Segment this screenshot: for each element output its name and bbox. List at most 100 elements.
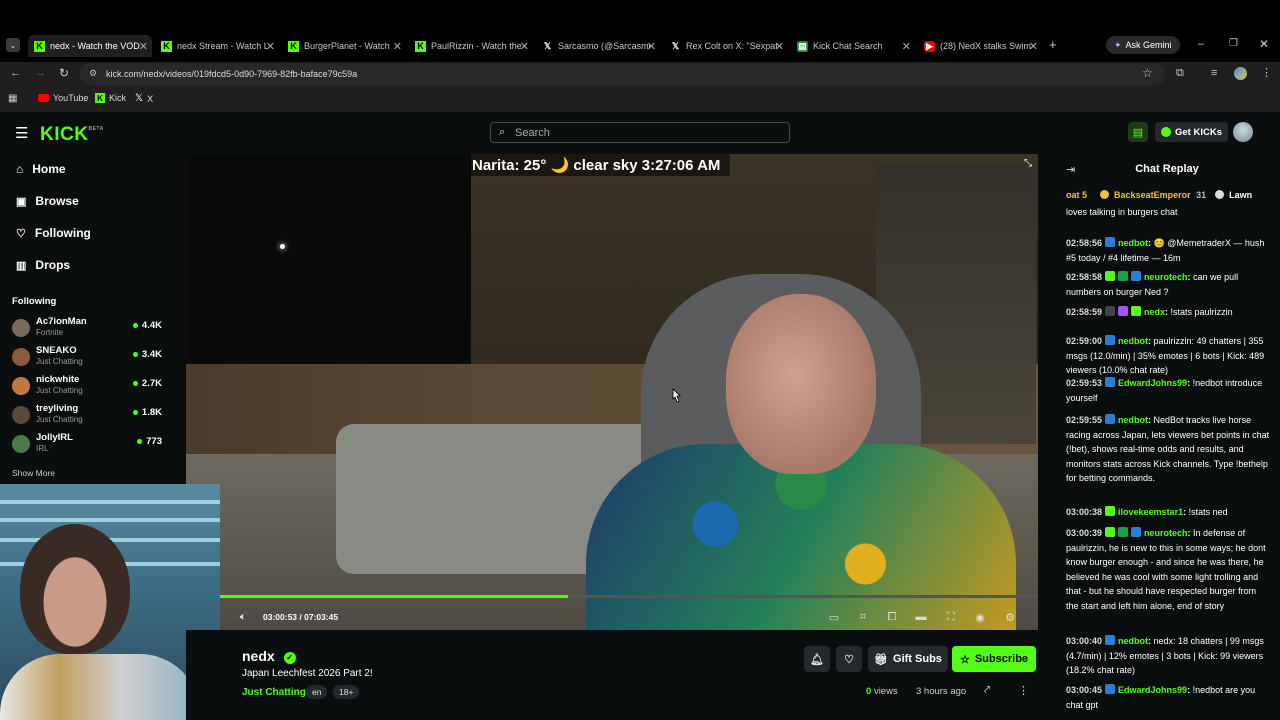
captions-icon[interactable]: ⧠ [885,610,899,624]
settings-gear-icon[interactable]: ⚙ [1003,610,1017,624]
following-channel[interactable]: JollyIRL IRL 773 [12,432,162,458]
chat-badge-icon [1118,527,1129,537]
more-options-icon[interactable]: ⋮ [1018,684,1029,697]
back-icon[interactable]: ← [10,67,21,79]
fullscreen-icon[interactable]: ⛶ [944,610,958,624]
bookmark-youtube[interactable]: YouTube [38,93,88,103]
ask-gemini-button[interactable]: ✦ Ask Gemini [1106,36,1180,54]
chat-badge-icon [1118,306,1129,316]
extensions-icon[interactable]: ⧉ [1176,67,1184,80]
chat-username[interactable]: ilovekeemstar1 [1118,507,1183,517]
sidebar-item-browse[interactable]: ▣ Browse [16,194,79,208]
gift-subs-button[interactable]: 🎁︎ Gift Subs [868,646,948,672]
close-tab-icon[interactable]: ✕ [775,40,784,53]
following-channel[interactable]: treyliving Just Chatting 1.8K [12,403,162,429]
close-tab-icon[interactable]: ✕ [1029,40,1038,53]
profile-avatar[interactable] [1234,67,1247,80]
maximize-button[interactable]: ❐ [1229,38,1238,49]
sidebar-item-label: Drops [35,258,71,272]
stream-info: nedx ✓ Japan Leechfest 2026 Part 2! Just… [186,630,1038,720]
browser-tab[interactable]: 𝕏 Rex Colt on X: "Sexpat ✕ [664,35,788,57]
dashboard-icon[interactable]: ▤ [1128,122,1148,142]
bookmark-kick[interactable]: K Kick [95,93,126,103]
close-tab-icon[interactable]: ✕ [266,40,275,53]
theater-mode-icon[interactable]: ▬ [914,610,928,624]
new-tab-button[interactable]: + [1049,37,1057,52]
site-info-icon[interactable]: ⚙ [89,68,97,79]
reload-icon[interactable]: ↻ [59,66,69,80]
browser-tab-label: PaulRizzin - Watch the [431,41,522,51]
browser-tab[interactable]: K PaulRizzin - Watch the ✕ [409,35,533,57]
browser-tab[interactable]: ▶ (28) NedX stalks Swim ✕ [918,35,1042,57]
following-channel[interactable]: SNEAKO Just Chatting 3.4K [12,345,162,371]
minimize-button[interactable]: – [1198,38,1204,50]
follow-heart-button[interactable]: ♡ [836,646,862,672]
close-tab-icon[interactable]: ✕ [647,40,656,53]
chat-timestamp: 02:59:53 [1066,378,1103,388]
chat-username[interactable]: nedbot [1118,636,1148,646]
playback-speed-icon[interactable]: ◉ [973,610,987,624]
sidebar-item-following[interactable]: ♡ Following [16,226,91,240]
clip-icon[interactable]: ⌗ [856,610,870,624]
following-heading: Following [12,296,57,307]
channel-viewers: 4.4K [132,320,162,331]
hamburger-menu-icon[interactable]: ☰ [15,124,28,142]
bell-icon: 🔔︎ [810,653,824,666]
gift-coin-icon [1099,190,1109,199]
chat-username[interactable]: nedbot [1118,336,1148,346]
subscribe-label: Subscribe [974,653,1029,665]
chat-username[interactable]: nedbot [1118,238,1148,248]
tab-search-icon[interactable]: ≡ [1211,67,1217,79]
streamer-name-text: nedx [242,648,275,664]
notification-bell-button[interactable]: 🔔︎ [804,646,830,672]
chat-message: 03:00:45 EdwardJohns99: !nedbot are you c… [1066,684,1256,710]
chat-username[interactable]: nedx [1144,307,1165,317]
chat-username[interactable]: EdwardJohns99 [1118,685,1187,695]
chat-username[interactable]: EdwardJohns99 [1118,378,1187,388]
get-kicks-button[interactable]: Get KICKs [1155,122,1228,142]
close-tab-icon[interactable]: ✕ [139,40,148,53]
browser-tab[interactable]: Knedx - Watch the VOD ✕ [28,35,152,57]
category-link[interactable]: Just Chatting [242,687,306,698]
weather-overlay: Narita: 25° 🌙 clear sky 3:27:06 AM [470,154,731,176]
close-window-button[interactable]: ✕ [1259,37,1269,51]
forward-icon[interactable]: → [35,67,46,79]
subscribe-button[interactable]: ☆ Subscribe [952,646,1036,672]
sidebar-item-drops[interactable]: ▥ Drops [16,258,70,272]
browser-menu-icon[interactable]: ⋮ [1261,66,1272,79]
browser-tab-bar: ⌄ Knedx - Watch the VOD ✕ Knedx Stream - W… [0,0,1280,62]
video-progress-bar[interactable] [220,595,1038,598]
browser-tab[interactable]: ▤ Kick Chat Search ✕ [791,35,915,57]
share-icon[interactable]: ⤤ [984,684,990,697]
fullscreen-corner-icon[interactable]: ⤡ [1024,158,1032,169]
x-icon: 𝕏 [671,40,680,51]
miniplayer-icon[interactable]: ▭ [827,610,841,624]
tag-age[interactable]: 18+ [333,685,360,699]
x-icon: 𝕏 [543,40,552,51]
bookmark-x[interactable]: 𝕏 X [135,93,153,104]
chat-username[interactable]: neurotech [1144,272,1188,282]
following-channel[interactable]: nickwhite Just Chatting 2.7K [12,374,162,400]
browser-tab[interactable]: K BurgerPlanet - Watch ✕ [282,35,406,57]
browser-tab[interactable]: 𝕏 Sarcasmo (@Sarcasmo ✕ [536,35,660,57]
following-channel[interactable]: Ac7ionMan Fortnite 4.4K [12,316,162,342]
chat-username[interactable]: nedbot [1118,415,1148,425]
apps-grid-icon[interactable]: ▦ [8,93,17,104]
streamer-name[interactable]: nedx ✓ [242,648,296,664]
chat-username[interactable]: neurotech [1144,528,1188,538]
tag-language[interactable]: en [306,685,328,699]
volume-icon[interactable]: 🔈︎ [236,610,250,624]
browser-tab[interactable]: Knedx Stream - Watch L ✕ [155,35,279,57]
show-more-link[interactable]: Show More [12,468,55,478]
close-tab-icon[interactable]: ✕ [902,40,911,53]
channel-viewers: 1.8K [132,407,162,418]
bookmark-star-icon[interactable]: ☆ [1142,66,1153,80]
sidebar-item-home[interactable]: ⌂ Home [16,162,66,176]
close-tab-icon[interactable]: ✕ [393,40,402,53]
search-input[interactable]: ⌕ Search [490,122,790,143]
user-avatar[interactable] [1233,122,1253,142]
kick-logo[interactable]: KICKBETA [40,124,104,146]
close-tab-icon[interactable]: ✕ [520,40,529,53]
url-field[interactable]: ⚙ kick.com/nedx/videos/019fdcd5-0d90-796… [80,63,1165,85]
video-player[interactable]: Narita: 25° 🌙 clear sky 3:27:06 AM ⤡ [186,154,1038,630]
